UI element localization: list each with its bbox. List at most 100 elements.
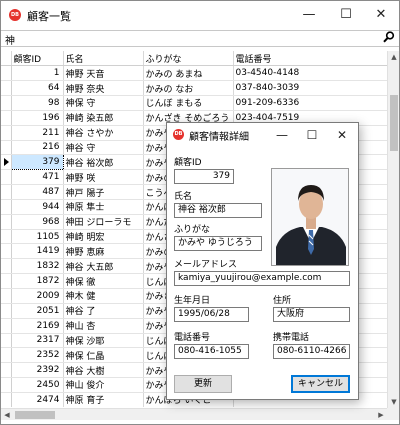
cell-id[interactable]: 2352 <box>11 347 64 364</box>
table-row[interactable]: 98 神保 守じんぼ まもる 091-209-6336 <box>1 95 387 111</box>
cell-id[interactable]: 968 <box>11 214 64 230</box>
cell-name[interactable]: 神保 沙耶 <box>63 333 144 349</box>
cell-name[interactable]: 神谷 裕次郎 <box>63 154 144 171</box>
birthdate-field[interactable]: 1995/06/28 <box>174 307 249 322</box>
cell-kana[interactable]: じんぼ まもる <box>143 95 234 111</box>
scroll-right-icon[interactable]: ▶ <box>375 409 387 421</box>
minimize-button[interactable]: — <box>291 1 327 30</box>
address-field[interactable]: 大阪府 <box>273 307 350 322</box>
close-button[interactable]: ✕ <box>363 1 399 30</box>
cell-id[interactable]: 2474 <box>11 392 64 407</box>
cell-name[interactable]: 神山 俊介 <box>63 377 144 393</box>
search-input[interactable] <box>3 32 373 46</box>
row-selector[interactable] <box>1 80 12 97</box>
table-row[interactable]: 64 神野 奈央 かみの なお 037-840-3039 <box>1 80 387 97</box>
cell-id[interactable]: 1832 <box>11 258 64 275</box>
row-selector[interactable] <box>1 362 12 379</box>
row-selector[interactable] <box>1 184 12 200</box>
email-field[interactable]: kamiya_yuujirou@example.com <box>174 271 350 286</box>
cell-name[interactable]: 神木 健 <box>63 288 144 304</box>
column-header-name[interactable]: 氏名 <box>63 51 144 67</box>
cell-name[interactable]: 神戸 陽子 <box>63 184 144 200</box>
cell-name[interactable]: 神保 守 <box>63 95 144 111</box>
cell-name[interactable]: 神山 杏 <box>63 318 144 334</box>
row-selector[interactable] <box>1 288 12 304</box>
cell-id[interactable]: 2169 <box>11 318 64 334</box>
cell-id[interactable]: 471 <box>11 169 64 186</box>
row-selector[interactable] <box>1 125 12 141</box>
row-selector[interactable] <box>1 392 12 407</box>
cell-id[interactable]: 1872 <box>11 273 64 289</box>
cell-id[interactable]: 211 <box>11 125 64 141</box>
row-selector[interactable] <box>1 318 12 334</box>
cell-name[interactable]: 神谷 守 <box>63 140 144 156</box>
cell-id[interactable]: 1105 <box>11 229 64 245</box>
row-selector[interactable] <box>1 333 12 349</box>
row-selector[interactable] <box>1 140 12 156</box>
cell-kana[interactable]: かみの なお <box>143 80 234 97</box>
cell-name[interactable]: 神谷 さやか <box>63 125 144 141</box>
cancel-button[interactable]: キャンセル <box>291 375 350 393</box>
horizontal-scrollbar[interactable]: ◀ ▶ <box>1 408 387 420</box>
cell-name[interactable]: 神野 咲 <box>63 169 144 186</box>
cell-name[interactable]: 神保 徹 <box>63 273 144 289</box>
cell-id[interactable]: 1419 <box>11 243 64 260</box>
cell-kana[interactable]: かみの あまね <box>143 65 234 82</box>
search-icon[interactable] <box>381 31 397 46</box>
scroll-up-icon[interactable]: ▲ <box>388 51 400 63</box>
cell-name[interactable]: 神谷 了 <box>63 303 144 319</box>
row-selector[interactable] <box>1 273 12 289</box>
cell-name[interactable]: 神保 仁晶 <box>63 347 144 364</box>
scroll-left-icon[interactable]: ◀ <box>1 409 13 421</box>
cell-id[interactable]: 2450 <box>11 377 64 393</box>
title-bar[interactable]: DB 顧客一覧 — ☐ ✕ <box>1 1 399 30</box>
column-header-kana[interactable]: ふりがな <box>143 51 234 67</box>
scroll-down-icon[interactable]: ▼ <box>388 396 400 408</box>
cell-id[interactable]: 2009 <box>11 288 64 304</box>
cell-id[interactable]: 1 <box>11 65 64 82</box>
kana-field[interactable]: かみや ゆうじろう <box>174 236 262 251</box>
row-selector[interactable] <box>1 303 12 319</box>
cell-name[interactable]: 神野 恵麻 <box>63 243 144 260</box>
cell-id[interactable]: 216 <box>11 140 64 156</box>
column-header-phone[interactable]: 電話番号 <box>233 51 387 67</box>
row-selector[interactable] <box>1 214 12 230</box>
cell-phone[interactable]: 03-4540-4148 <box>233 65 387 82</box>
dialog-minimize-button[interactable]: — <box>267 123 297 147</box>
column-header-id[interactable]: 顧客ID <box>11 51 64 67</box>
customer-id-field[interactable]: 379 <box>174 169 234 184</box>
vertical-scroll-thumb[interactable] <box>390 95 398 151</box>
cell-id[interactable]: 487 <box>11 184 64 200</box>
dialog-maximize-button[interactable]: ☐ <box>297 123 327 147</box>
cell-name[interactable]: 神崎 明宏 <box>63 229 144 245</box>
cell-id[interactable]: 379 <box>10 154 64 171</box>
cell-name[interactable]: 神野 天音 <box>63 65 144 82</box>
cell-id[interactable]: 98 <box>11 95 64 111</box>
table-row[interactable]: 1 神野 天音 かみの あまね 03-4540-4148 <box>1 65 387 82</box>
name-field[interactable]: 神谷 裕次郎 <box>174 203 262 218</box>
cell-name[interactable]: 神谷 大五郎 <box>63 258 144 275</box>
mobile-field[interactable]: 080-6110-4266 <box>273 344 350 359</box>
phone-field[interactable]: 080-416-1055 <box>174 344 249 359</box>
dialog-title-bar[interactable]: DB 顧客情報詳細 — ☐ ✕ <box>167 123 358 147</box>
cell-id[interactable]: 64 <box>11 80 64 97</box>
row-selector[interactable] <box>1 377 12 393</box>
row-selector[interactable] <box>1 258 12 275</box>
cell-id[interactable]: 2392 <box>11 362 64 379</box>
row-selector[interactable] <box>1 110 12 126</box>
cell-name[interactable]: 神原 隼士 <box>63 199 144 215</box>
cell-name[interactable]: 神崎 染五郎 <box>63 110 144 126</box>
cell-name[interactable]: 神谷 大樹 <box>63 362 144 379</box>
cell-name[interactable]: 神野 奈央 <box>63 80 144 97</box>
dialog-close-button[interactable]: ✕ <box>327 123 357 147</box>
cell-id[interactable]: 2051 <box>11 303 64 319</box>
row-selector[interactable] <box>1 95 12 111</box>
cell-name[interactable]: 神原 育子 <box>63 392 144 407</box>
row-selector[interactable] <box>1 199 12 215</box>
row-selector[interactable] <box>1 169 12 186</box>
row-selector[interactable] <box>1 65 12 82</box>
cell-id[interactable]: 944 <box>11 199 64 215</box>
vertical-scrollbar[interactable]: ▲ ▼ <box>387 51 399 408</box>
cell-id[interactable]: 196 <box>11 110 64 126</box>
row-selector[interactable] <box>1 229 12 245</box>
